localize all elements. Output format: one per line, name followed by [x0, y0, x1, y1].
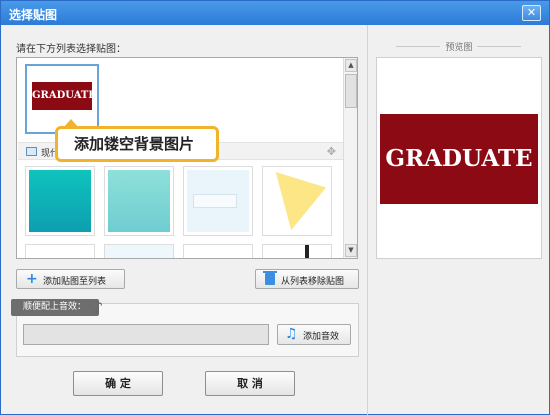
plus-icon: +	[26, 271, 38, 287]
add-sound-label: 添加音效	[303, 332, 340, 342]
yellow-triangle-sticker-preview	[275, 171, 327, 231]
remove-sticker-from-list-button[interactable]: 从列表移除贴图	[255, 269, 359, 289]
sticker-item-mint[interactable]	[104, 166, 174, 236]
frame-shape	[193, 194, 237, 208]
add-sticker-to-list-button[interactable]: + 添加贴图至列表	[16, 269, 125, 289]
list-instruction-label: 请在下方列表选择贴图：	[16, 44, 126, 55]
close-icon: ✕	[526, 6, 537, 19]
cancel-button[interactable]: 取 消	[205, 371, 295, 396]
sticker-item-row2-2[interactable]	[104, 244, 174, 258]
teal-sticker-preview	[29, 170, 91, 232]
sticker-item-yellow-triangle[interactable]	[262, 166, 332, 236]
hint-tooltip: 添加镂空背景图片	[55, 126, 219, 162]
panel-divider	[367, 25, 368, 415]
dark-stripe-preview	[305, 245, 309, 258]
mint-sticker-preview	[108, 170, 170, 232]
select-sticker-dialog: 选择贴图 ✕ 请在下方列表选择贴图： GRADUATE 现代 ✥ ▲ ▼ 添加镂…	[0, 0, 550, 415]
sticker-item-teal[interactable]	[25, 166, 95, 236]
close-button[interactable]: ✕	[522, 5, 541, 21]
trash-icon	[263, 271, 277, 285]
scroll-down-button[interactable]: ▼	[345, 244, 357, 257]
light-frame-sticker-preview	[187, 170, 249, 232]
graduate-logo-preview: GRADUATE	[380, 114, 538, 204]
add-music-icon: ♫	[285, 326, 298, 342]
list-scrollbar[interactable]: ▲ ▼	[343, 58, 357, 258]
music-note-icon: ♪	[93, 298, 104, 317]
sound-effect-field[interactable]	[23, 324, 269, 345]
add-sound-button[interactable]: ♫ 添加音效	[277, 324, 351, 345]
title-bar: 选择贴图 ✕	[1, 1, 549, 25]
scroll-up-button[interactable]: ▲	[345, 59, 357, 72]
ok-button[interactable]: 确 定	[73, 371, 163, 396]
preview-panel: GRADUATE	[376, 57, 542, 259]
window-title: 选择贴图	[9, 8, 58, 22]
graduate-logo-thumbnail: GRADUATE	[32, 82, 96, 110]
sticker-item-graduate[interactable]: GRADUATE	[25, 64, 99, 134]
sound-effect-tag: 顺便配上音效：	[11, 299, 99, 316]
scroll-thumb[interactable]	[345, 74, 357, 108]
move-icon[interactable]: ✥	[327, 145, 336, 158]
sticker-item-light-frame[interactable]	[183, 166, 253, 236]
preview-label-rule-right	[477, 46, 521, 47]
remove-sticker-label: 从列表移除贴图	[281, 277, 345, 287]
image-icon	[26, 147, 37, 156]
sticker-item-row2-1[interactable]	[25, 244, 95, 258]
sticker-item-row2-3[interactable]	[183, 244, 253, 258]
add-sticker-label: 添加贴图至列表	[43, 277, 107, 287]
sticker-item-row2-4[interactable]	[262, 244, 332, 258]
